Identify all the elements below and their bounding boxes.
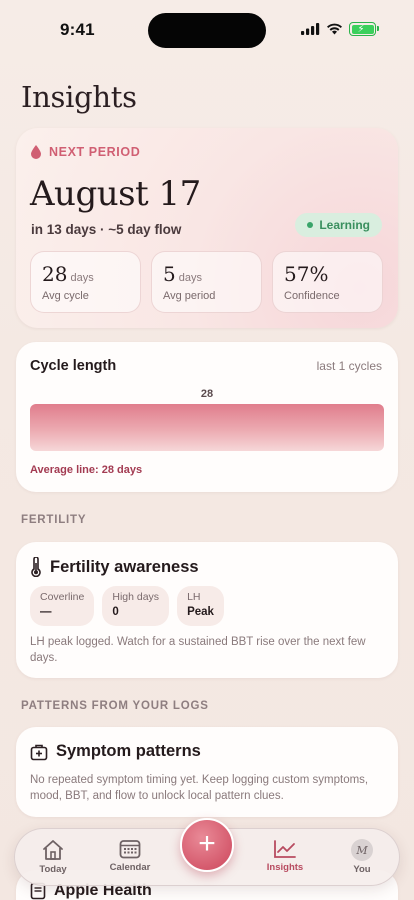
dynamic-island xyxy=(148,13,266,48)
stat-label: Confidence xyxy=(284,290,340,302)
fertility-chips: Coverline — High days 0 LH Peak xyxy=(30,586,224,626)
section-header-fertility: FERTILITY xyxy=(21,514,87,526)
stat-unit: days xyxy=(178,272,202,284)
symptom-header: Symptom patterns xyxy=(30,742,201,761)
avatar: M xyxy=(351,839,373,861)
stat-avg-period: 5 days Avg period xyxy=(151,251,262,313)
next-period-card[interactable]: NEXT PERIOD August 17 in 13 days · ~5 da… xyxy=(16,128,398,328)
next-period-label-text: NEXT PERIOD xyxy=(49,145,141,159)
tab-label: Insights xyxy=(266,862,304,873)
symptom-patterns-card[interactable]: Symptom patterns No repeated symptom tim… xyxy=(16,727,398,817)
tab-today[interactable]: Today xyxy=(23,839,83,875)
chip-label: High days xyxy=(112,591,160,603)
stat-value: 28 xyxy=(42,262,68,286)
tab-you[interactable]: M You xyxy=(332,839,392,875)
status-time: 9:41 xyxy=(60,20,95,39)
drop-icon xyxy=(31,145,41,159)
battery-charging-icon: ⚡ xyxy=(349,22,379,36)
learning-badge: Learning xyxy=(295,213,382,237)
stat-confidence: 57% Confidence xyxy=(272,251,383,313)
chip-value: — xyxy=(40,606,52,618)
fertility-header: Fertility awareness xyxy=(30,557,199,577)
status-icons: ⚡ xyxy=(301,22,379,36)
cycle-length-title: Cycle length xyxy=(30,358,117,374)
stat-label: Avg period xyxy=(163,290,216,302)
chip-high-days: High days 0 xyxy=(102,586,170,626)
wifi-icon xyxy=(327,23,342,35)
next-period-date: August 17 xyxy=(30,174,201,214)
cycle-average-line-label: Average line: 28 days xyxy=(30,464,143,476)
tab-label: You xyxy=(353,864,371,875)
next-period-subtitle: in 13 days · ~5 day flow xyxy=(31,222,182,237)
cycle-length-range: last 1 cycles xyxy=(316,359,382,373)
thermometer-icon xyxy=(31,557,41,577)
fertility-awareness-card[interactable]: Fertility awareness Coverline — High day… xyxy=(16,542,398,678)
fertility-note: LH peak logged. Watch for a sustained BB… xyxy=(30,636,366,664)
chip-label: Coverline xyxy=(40,591,85,603)
cycle-length-card[interactable]: Cycle length last 1 cycles 28 Average li… xyxy=(16,342,398,492)
tab-calendar[interactable]: Calendar xyxy=(100,839,160,873)
plus-icon: + xyxy=(198,827,216,860)
calendar-icon xyxy=(119,840,141,859)
chip-value: Peak xyxy=(187,606,214,618)
tab-label: Today xyxy=(39,864,67,875)
chip-label: LH xyxy=(187,591,201,603)
chart-line-icon xyxy=(274,840,296,858)
stat-unit: days xyxy=(70,272,94,284)
tab-insights[interactable]: Insights xyxy=(255,839,315,873)
chip-value: 0 xyxy=(112,606,119,618)
cellular-signal-icon xyxy=(301,23,320,35)
chip-coverline: Coverline — xyxy=(30,586,95,626)
status-bar: 9:41 ⚡ xyxy=(0,0,414,54)
add-log-button[interactable]: + xyxy=(180,818,234,872)
cycle-bar xyxy=(30,404,384,451)
stat-value: 5 xyxy=(163,262,176,286)
symptom-patterns-note: No repeated symptom timing yet. Keep log… xyxy=(30,774,369,802)
tab-label: Calendar xyxy=(109,862,151,873)
stat-avg-cycle: 28 days Avg cycle xyxy=(30,251,141,313)
learning-badge-text: Learning xyxy=(319,218,370,232)
page-title: Insights xyxy=(21,80,137,114)
next-period-label: NEXT PERIOD xyxy=(31,145,140,159)
period-stats: 28 days Avg cycle 5 days Avg period 57% Co… xyxy=(30,251,383,313)
status-dot-icon xyxy=(307,222,314,228)
stat-value: 57% xyxy=(284,262,329,286)
cycle-bar-value-label: 28 xyxy=(200,388,214,400)
symptom-patterns-title: Symptom patterns xyxy=(56,742,201,760)
insights-screen: 9:41 ⚡ Insights NEXT PERIOD August 17 in… xyxy=(0,0,414,900)
medical-kit-icon xyxy=(30,744,48,760)
house-icon xyxy=(43,840,63,860)
chip-lh: LH Peak xyxy=(177,586,224,626)
fertility-title: Fertility awareness xyxy=(50,557,199,576)
section-header-patterns: PATTERNS FROM YOUR LOGS xyxy=(21,700,209,712)
stat-label: Avg cycle xyxy=(42,290,89,302)
